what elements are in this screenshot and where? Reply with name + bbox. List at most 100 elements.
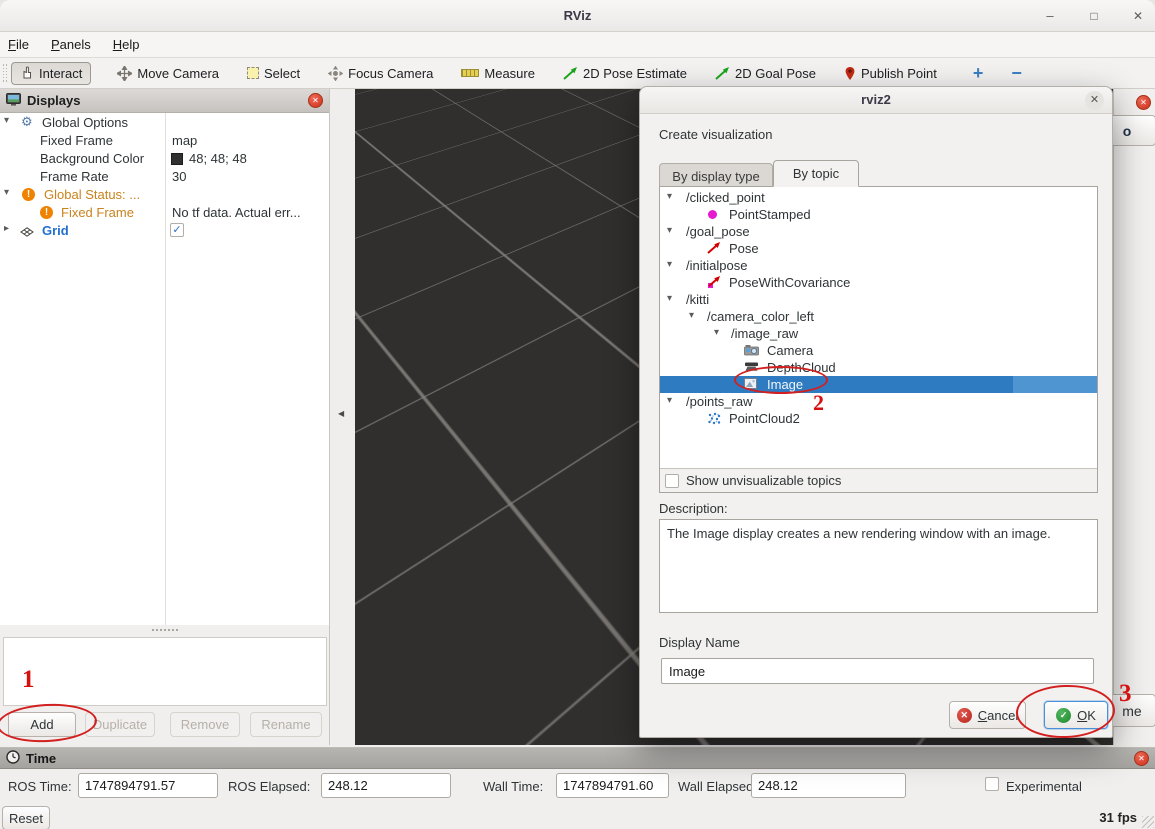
window-title: RViz bbox=[0, 8, 1155, 23]
display-row-pointcloud2[interactable]: PointCloud2 bbox=[660, 410, 1097, 427]
ros-time-label: ROS Time: bbox=[8, 779, 72, 794]
menu-file[interactable]: File bbox=[8, 37, 29, 52]
tool-label: Select bbox=[264, 66, 300, 81]
property-label: Background Color bbox=[40, 151, 144, 166]
duplicate-button[interactable]: Duplicate bbox=[85, 712, 155, 737]
fps-counter: 31 fps bbox=[1099, 810, 1137, 825]
chevron-down-icon[interactable]: ▾ bbox=[4, 187, 9, 198]
chevron-down-icon[interactable]: ▾ bbox=[667, 395, 672, 406]
chevron-down-icon[interactable]: ▾ bbox=[4, 115, 9, 126]
remove-tool-icon[interactable]: − bbox=[1011, 63, 1022, 84]
property-value[interactable]: 48; 48; 48 bbox=[189, 151, 247, 166]
remove-button[interactable]: Remove bbox=[170, 712, 240, 737]
rename-button[interactable]: Rename bbox=[250, 712, 322, 737]
display-row-pose[interactable]: Pose bbox=[660, 240, 1097, 257]
close-icon[interactable] bbox=[1085, 91, 1104, 110]
close-icon[interactable] bbox=[1136, 95, 1151, 110]
tool-2d-goal-pose[interactable]: 2D Goal Pose bbox=[707, 63, 824, 84]
dialog-title-bar[interactable]: rviz2 bbox=[640, 87, 1112, 114]
display-row-pointstamped[interactable]: PointStamped bbox=[660, 206, 1097, 223]
display-row-posewithcovariance[interactable]: PoseWithCovariance bbox=[660, 274, 1097, 291]
topic-row-camera-color-left[interactable]: ▾ /camera_color_left bbox=[660, 308, 1097, 325]
color-swatch[interactable] bbox=[171, 153, 183, 165]
grid-enabled-checkbox[interactable] bbox=[170, 223, 184, 237]
tool-publish-point[interactable]: Publish Point bbox=[836, 63, 945, 84]
views-rename-button-partial[interactable]: me bbox=[1108, 694, 1155, 727]
property-value[interactable]: 30 bbox=[172, 169, 186, 184]
ros-time-input[interactable] bbox=[78, 773, 218, 798]
grid-icon bbox=[20, 225, 34, 240]
menu-help[interactable]: Help bbox=[113, 37, 140, 52]
display-row-image-selected[interactable]: Image bbox=[660, 376, 1097, 393]
close-icon[interactable] bbox=[308, 93, 323, 108]
topic-row-points-raw[interactable]: ▾ /points_raw bbox=[660, 393, 1097, 410]
show-unvisualizable-checkbox[interactable] bbox=[665, 474, 679, 488]
row-grid[interactable]: ▸ Grid bbox=[0, 222, 329, 240]
topic-row-initialpose[interactable]: ▾ /initialpose bbox=[660, 257, 1097, 274]
topic-row-clicked-point[interactable]: ▾ /clicked_point bbox=[660, 189, 1097, 206]
close-icon[interactable] bbox=[1129, 7, 1147, 25]
topic-row-kitti[interactable]: ▾ /kitti bbox=[660, 291, 1097, 308]
row-global-options[interactable]: ▾ Global Options bbox=[0, 114, 329, 132]
add-button[interactable]: Add bbox=[8, 712, 76, 737]
pose-with-covariance-icon bbox=[707, 276, 721, 288]
tool-interact[interactable]: Interact bbox=[11, 62, 91, 85]
cancel-button[interactable]: Cancel bbox=[949, 701, 1026, 729]
displays-panel: Displays ▾ Global Options Fixed Frame ma… bbox=[0, 89, 330, 745]
tool-measure[interactable]: Measure bbox=[453, 63, 543, 84]
time-panel-header[interactable]: Time bbox=[0, 748, 1155, 769]
ok-button[interactable]: OK bbox=[1044, 701, 1108, 729]
collapse-panel-icon[interactable] bbox=[338, 409, 344, 418]
chevron-down-icon[interactable]: ▾ bbox=[667, 225, 672, 236]
toolbar-drag-handle[interactable] bbox=[2, 62, 8, 84]
ros-elapsed-input[interactable] bbox=[321, 773, 451, 798]
panel-splitter-handle[interactable] bbox=[0, 626, 330, 634]
add-tool-icon[interactable]: + bbox=[973, 63, 984, 84]
monitor-icon bbox=[6, 93, 21, 109]
experimental-checkbox[interactable] bbox=[985, 777, 999, 791]
row-frame-rate[interactable]: Frame Rate 30 bbox=[0, 168, 329, 186]
display-row-depthcloud[interactable]: DepthCloud bbox=[660, 359, 1097, 376]
tool-label: Publish Point bbox=[861, 66, 937, 81]
time-panel-title: Time bbox=[26, 751, 56, 766]
green-arrow-icon bbox=[563, 67, 578, 80]
reset-button[interactable]: Reset bbox=[2, 806, 50, 829]
minimize-icon[interactable] bbox=[1041, 7, 1059, 25]
main-splitter[interactable] bbox=[330, 89, 355, 745]
maximize-icon[interactable] bbox=[1085, 7, 1103, 25]
tool-2d-pose-estimate[interactable]: 2D Pose Estimate bbox=[555, 63, 695, 84]
row-background-color[interactable]: Background Color 48; 48; 48 bbox=[0, 150, 329, 168]
chevron-right-icon[interactable]: ▸ bbox=[4, 223, 9, 234]
property-label: Global Status: ... bbox=[44, 187, 140, 202]
close-icon[interactable] bbox=[1134, 751, 1149, 766]
chevron-down-icon[interactable]: ▾ bbox=[714, 327, 719, 338]
row-global-status[interactable]: ▾ Global Status: ... bbox=[0, 186, 329, 204]
measure-icon bbox=[461, 69, 479, 77]
display-row-camera[interactable]: Camera bbox=[660, 342, 1097, 359]
selection-highlight bbox=[660, 376, 1013, 393]
display-name-input[interactable] bbox=[661, 658, 1094, 684]
chevron-down-icon[interactable]: ▾ bbox=[689, 310, 694, 321]
chevron-down-icon[interactable]: ▾ bbox=[667, 293, 672, 304]
chevron-down-icon[interactable]: ▾ bbox=[667, 191, 672, 202]
tool-move-camera[interactable]: Move Camera bbox=[109, 63, 227, 84]
topic-row-goal-pose[interactable]: ▾ /goal_pose bbox=[660, 223, 1097, 240]
wall-elapsed-input[interactable] bbox=[751, 773, 906, 798]
topic-row-image-raw[interactable]: ▾ /image_raw bbox=[660, 325, 1097, 342]
chevron-down-icon[interactable]: ▾ bbox=[667, 259, 672, 270]
warning-icon bbox=[22, 188, 35, 201]
pose-arrow-icon bbox=[707, 242, 721, 254]
description-help-box bbox=[3, 637, 327, 706]
property-value[interactable]: map bbox=[172, 133, 197, 148]
tool-focus-camera[interactable]: Focus Camera bbox=[320, 63, 441, 84]
tool-select[interactable]: Select bbox=[239, 63, 308, 84]
tab-by-display-type[interactable]: By display type bbox=[659, 163, 773, 188]
wall-time-input[interactable] bbox=[556, 773, 669, 798]
row-fixed-frame-warning[interactable]: Fixed Frame No tf data. Actual err... bbox=[0, 204, 329, 222]
row-fixed-frame[interactable]: Fixed Frame map bbox=[0, 132, 329, 150]
displays-panel-header[interactable]: Displays bbox=[0, 89, 329, 113]
window-resize-grip[interactable] bbox=[1142, 816, 1154, 828]
green-arrow-icon bbox=[715, 67, 730, 80]
menu-panels[interactable]: Panels bbox=[51, 37, 91, 52]
tab-by-topic[interactable]: By topic bbox=[773, 160, 859, 187]
